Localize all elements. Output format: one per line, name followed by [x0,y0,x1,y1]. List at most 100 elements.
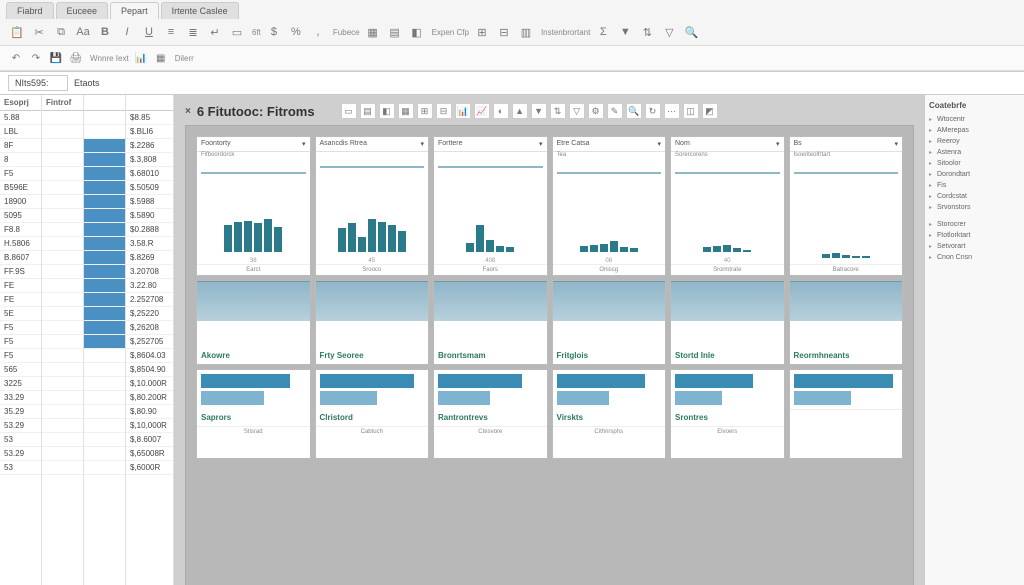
cut-icon[interactable]: ✂ [30,23,48,41]
dash-tool-icon[interactable]: ▦ [398,103,414,119]
cell[interactable] [42,433,83,447]
chart-tile[interactable]: Nom▾Sorercorens40Srormtrate [670,136,785,276]
right-panel-item[interactable]: Fis [929,180,1020,191]
chart-tile[interactable]: SaprorsStisrad [196,369,311,459]
table-icon[interactable]: ▤ [386,23,404,41]
right-panel-item[interactable]: AMerepas [929,125,1020,136]
right-panel-item[interactable]: Cnon Cnsn [929,252,1020,263]
right-panel-item[interactable]: Ftotlorktart [929,230,1020,241]
cell[interactable] [84,167,125,181]
dash-tool-icon[interactable]: 🔍 [626,103,642,119]
chart-tile[interactable]: Bs▾IsoeriteolfrtartBatracore [789,136,904,276]
undo-icon[interactable]: ↶ [8,50,24,66]
cell[interactable] [42,265,83,279]
chart-tile[interactable]: Forttere▾408Faors [433,136,548,276]
align-center-icon[interactable]: ≣ [184,23,202,41]
cell[interactable] [42,181,83,195]
redo-icon[interactable]: ↷ [28,50,44,66]
cell[interactable]: 8 [0,153,41,167]
chart-icon[interactable]: 📊 [133,50,149,66]
bold-icon[interactable]: B [96,23,114,41]
cell[interactable] [84,111,125,125]
cell[interactable]: 5.88 [0,111,41,125]
cell[interactable]: $,80.200R [126,391,173,405]
cell[interactable]: $.50509 [126,181,173,195]
cell[interactable] [84,391,125,405]
find-icon[interactable]: 🔍 [682,23,700,41]
comma-icon[interactable]: , [309,23,327,41]
cell[interactable]: F8.8 [0,223,41,237]
cell[interactable]: $.68010 [126,167,173,181]
cell[interactable]: 53.29 [0,447,41,461]
cell[interactable]: $8.85 [126,111,173,125]
cell[interactable]: F5 [0,167,41,181]
cell[interactable] [84,139,125,153]
chart-tile[interactable]: Foontorty▾Fifboordorck38Earct [196,136,311,276]
dash-tool-icon[interactable]: ◩ [702,103,718,119]
cell[interactable] [42,279,83,293]
chart-tile[interactable]: Reormhneants [789,280,904,365]
cell[interactable]: B.8607 [0,251,41,265]
cell[interactable]: $,8604.03 [126,349,173,363]
dropdown-icon[interactable]: ▾ [302,140,306,148]
italic-icon[interactable]: I [118,23,136,41]
dash-tool-icon[interactable]: ◐ [493,103,509,119]
cell[interactable] [42,363,83,377]
cell[interactable] [84,279,125,293]
cell[interactable]: $.8269 [126,251,173,265]
cell[interactable]: 2.252708 [126,293,173,307]
dash-tool-icon[interactable]: ✎ [607,103,623,119]
chart-tile[interactable]: Etre Catsa▾Tea08Oniscg [552,136,667,276]
insert-icon[interactable]: ⊞ [473,23,491,41]
cell[interactable] [84,377,125,391]
dash-tool-icon[interactable]: ⊞ [417,103,433,119]
cell[interactable] [84,419,125,433]
cell[interactable]: $.BLI6 [126,125,173,139]
dash-tool-icon[interactable]: ⇅ [550,103,566,119]
cell[interactable] [42,251,83,265]
cell[interactable]: FE [0,279,41,293]
dropdown-icon[interactable]: ▾ [539,140,543,148]
cell[interactable]: FF.9S [0,265,41,279]
cell[interactable] [84,307,125,321]
cell[interactable]: F5 [0,335,41,349]
ribbon-tab[interactable]: Pepart [110,2,159,19]
cell[interactable] [42,153,83,167]
currency-icon[interactable]: $ [265,23,283,41]
dash-tool-icon[interactable]: ▭ [341,103,357,119]
cell[interactable]: $,8504.90 [126,363,173,377]
cell[interactable]: $,26208 [126,321,173,335]
delete-icon[interactable]: ⊟ [495,23,513,41]
cell[interactable]: 35.29 [0,405,41,419]
cell[interactable] [84,447,125,461]
cell[interactable]: 3.22.80 [126,279,173,293]
cell[interactable] [84,335,125,349]
fill-icon[interactable]: ▼ [616,23,634,41]
cell[interactable]: 18900 [0,195,41,209]
format-cells-icon[interactable]: ▥ [517,23,535,41]
cell[interactable]: F5 [0,321,41,335]
cell[interactable]: 8F [0,139,41,153]
cell[interactable]: 53 [0,433,41,447]
cell[interactable]: $,10,000R [126,419,173,433]
cell[interactable] [84,125,125,139]
cell[interactable] [42,377,83,391]
cell[interactable] [84,363,125,377]
cell[interactable]: $.5890 [126,209,173,223]
cell[interactable] [42,111,83,125]
ribbon-tab[interactable]: Fiabrd [6,2,54,19]
cell[interactable] [42,349,83,363]
cell[interactable] [84,349,125,363]
right-panel-item[interactable]: Storocrer [929,219,1020,230]
dash-tool-icon[interactable]: ⚙ [588,103,604,119]
chart-tile[interactable]: ClristordCabtuch [315,369,430,459]
col-header[interactable] [84,95,125,111]
cell[interactable] [84,223,125,237]
cell[interactable]: B596E [0,181,41,195]
cell[interactable]: $,80.90 [126,405,173,419]
cell[interactable] [84,251,125,265]
dash-tool-icon[interactable]: 📊 [455,103,471,119]
cell[interactable] [42,167,83,181]
cell[interactable] [84,181,125,195]
dash-tool-icon[interactable]: ↻ [645,103,661,119]
